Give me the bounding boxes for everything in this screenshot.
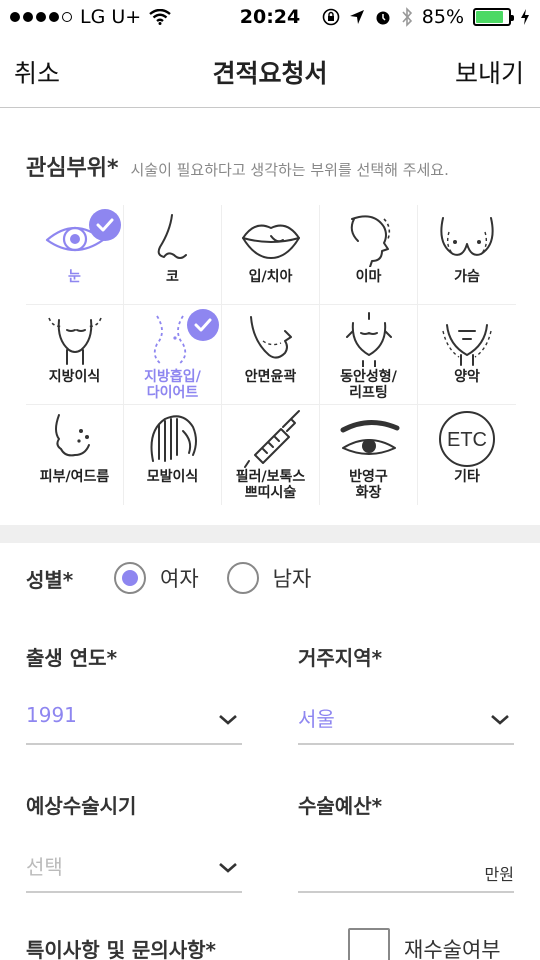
area-option-label: 입/치아 — [248, 269, 293, 285]
nose-icon — [138, 209, 208, 269]
revision-checkbox[interactable] — [348, 928, 390, 960]
section-divider — [0, 525, 540, 543]
etc-icon: ETC — [432, 409, 502, 469]
area-option-label: 기타 — [454, 469, 480, 485]
gender-label: 성별* — [26, 567, 74, 592]
battery-icon — [473, 8, 514, 26]
forehead-icon — [334, 209, 404, 269]
revision-label: 재수술여부 — [404, 938, 501, 960]
chevron-down-icon — [218, 707, 238, 731]
area-option[interactable]: 눈 — [26, 205, 124, 305]
birth-year-select[interactable]: 1991 — [26, 695, 242, 745]
hair-icon — [138, 409, 208, 469]
area-option-label: 피부/여드름 — [39, 469, 110, 485]
bluetooth-icon — [402, 7, 412, 27]
area-section-title: 관심부위* — [26, 156, 119, 181]
area-option-label: 지방흡입/ 다이어트 — [144, 369, 201, 401]
budget-input[interactable]: 만원 — [298, 843, 514, 893]
area-option-label: 가슴 — [454, 269, 480, 285]
surgery-time-select[interactable]: 선택 — [26, 843, 242, 893]
area-option[interactable]: ETC 기타 — [418, 405, 516, 505]
area-option-label: 이마 — [355, 269, 382, 285]
lips-icon — [236, 209, 306, 269]
area-option-label: 코 — [166, 269, 179, 285]
area-section-header: 관심부위* 시술이 필요하다고 생각하는 부위를 선택해 주세요. — [26, 150, 449, 182]
location-icon — [349, 10, 364, 24]
send-button[interactable]: 보내기 — [455, 54, 524, 90]
notes-label: 특이사항 및 문의사항* — [26, 938, 216, 960]
gender-option-female-label: 여자 — [160, 567, 199, 591]
area-option[interactable]: 코 — [124, 205, 222, 305]
area-option-label: 지방이식 — [48, 369, 101, 385]
check-icon — [89, 209, 121, 241]
area-option-label: 모발이식 — [146, 469, 199, 485]
area-option-label: 안면윤곽 — [244, 369, 297, 385]
svg-text:ETC: ETC — [447, 429, 487, 451]
area-option[interactable]: 모발이식 — [124, 405, 222, 505]
charging-icon — [521, 9, 529, 25]
area-option-label: 동안성형/ 리프팅 — [340, 369, 397, 401]
budget-unit: 만원 — [484, 865, 514, 884]
chevron-down-icon — [490, 707, 510, 731]
area-section-hint: 시술이 필요하다고 생각하는 부위를 선택해 주세요. — [130, 161, 449, 179]
chest-icon — [432, 209, 502, 269]
area-option[interactable]: 이마 — [320, 205, 418, 305]
area-grid-row: 눈 코 입/치아 이마 가슴 — [26, 205, 516, 305]
area-option[interactable]: 지방흡입/ 다이어트 — [124, 305, 222, 405]
radio-female[interactable] — [114, 562, 146, 594]
check-icon — [187, 309, 219, 341]
gender-option-male-label: 남자 — [272, 567, 312, 591]
region-field: 거주지역* 서울 — [298, 642, 514, 745]
area-option[interactable]: 입/치아 — [222, 205, 320, 305]
gender-option-male[interactable]: 남자 — [226, 562, 312, 594]
fat-graft-icon — [40, 309, 110, 369]
region-value: 서울 — [298, 707, 335, 731]
area-option[interactable]: 안면윤곽 — [222, 305, 320, 405]
birth-year-label: 출생 연도* — [26, 646, 118, 670]
area-option-label: 반영구 화장 — [349, 469, 388, 501]
syringe-icon — [236, 409, 306, 469]
surgery-time-placeholder: 선택 — [26, 855, 63, 879]
birth-year-field: 출생 연도* 1991 — [26, 642, 242, 745]
revision-checkbox-row[interactable]: 재수술여부 — [348, 928, 501, 960]
area-option[interactable]: 지방이식 — [26, 305, 124, 405]
area-option[interactable]: 가슴 — [418, 205, 516, 305]
skin-icon — [40, 409, 110, 469]
area-option[interactable]: 동안성형/ 리프팅 — [320, 305, 418, 405]
region-label: 거주지역* — [298, 646, 383, 670]
status-right: 85% — [322, 6, 530, 28]
budget-label: 수술예산* — [298, 794, 383, 818]
eyebrow-icon — [334, 409, 404, 469]
area-option[interactable]: 반영구 화장 — [320, 405, 418, 505]
rotation-lock-icon — [322, 8, 340, 26]
area-grid-row: 지방이식 지방흡입/ 다이어트 안면윤곽 동안성형/ 리프팅 양악 — [26, 305, 516, 405]
area-option[interactable]: 필러/보톡스 쁘띠시술 — [222, 405, 320, 505]
gender-row: 성별* 여자 남자 — [26, 562, 311, 594]
area-option[interactable]: 피부/여드름 — [26, 405, 124, 505]
area-grid-row: 피부/여드름 모발이식 필러/보톡스 쁘띠시술 반영구 화장 ETC 기타 — [26, 405, 516, 505]
area-option[interactable]: 양악 — [418, 305, 516, 405]
surgery-time-field: 예상수술시기 선택 — [26, 790, 242, 893]
gender-option-female[interactable]: 여자 — [114, 562, 199, 594]
area-option-label: 양악 — [454, 369, 480, 385]
status-bar: LG U+ 20:24 85% — [0, 0, 540, 36]
alarm-icon — [376, 11, 390, 25]
jaw-icon — [432, 309, 502, 369]
area-option-label: 눈 — [68, 269, 81, 285]
battery-percent: 85% — [421, 6, 464, 28]
budget-field: 수술예산* 만원 — [298, 790, 514, 893]
area-option-label: 필러/보톡스 쁘띠시술 — [235, 469, 306, 501]
radio-male[interactable] — [226, 562, 259, 594]
birth-year-value: 1991 — [26, 703, 77, 727]
nav-bar: 취소 견적요청서 보내기 — [0, 36, 540, 108]
chevron-down-icon — [218, 855, 238, 879]
surgery-time-label: 예상수술시기 — [26, 794, 137, 818]
area-grid: 눈 코 입/치아 이마 가슴지방이식 지방흡입/ 다이어트 안면윤곽 동안성형/ 리프팅 양악피… — [26, 205, 516, 505]
face-contour-icon — [236, 309, 306, 369]
region-select[interactable]: 서울 — [298, 695, 514, 745]
lifting-icon — [334, 309, 404, 369]
